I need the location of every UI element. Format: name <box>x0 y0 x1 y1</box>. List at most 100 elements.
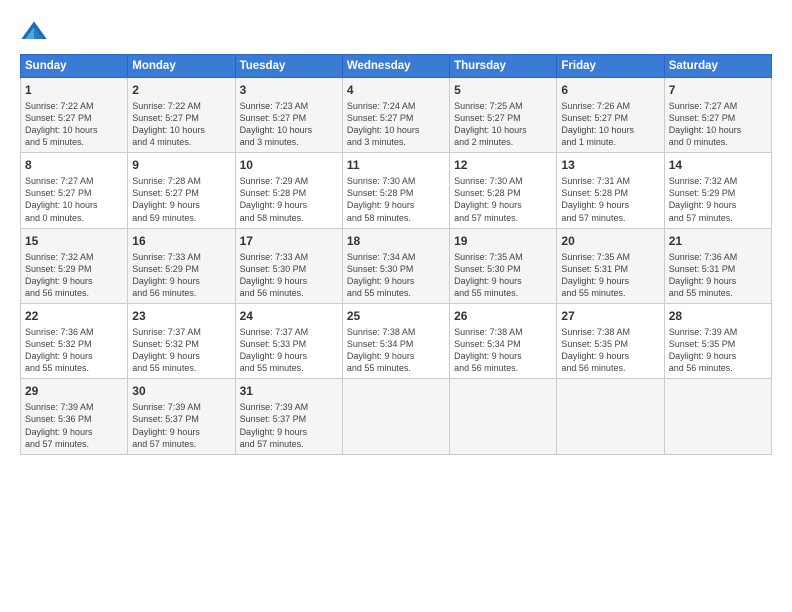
day-info: Sunrise: 7:24 AM Sunset: 5:27 PM Dayligh… <box>347 100 445 149</box>
day-cell: 31Sunrise: 7:39 AM Sunset: 5:37 PM Dayli… <box>235 379 342 454</box>
day-cell: 9Sunrise: 7:28 AM Sunset: 5:27 PM Daylig… <box>128 153 235 228</box>
week-row-4: 22Sunrise: 7:36 AM Sunset: 5:32 PM Dayli… <box>21 304 772 379</box>
week-row-5: 29Sunrise: 7:39 AM Sunset: 5:36 PM Dayli… <box>21 379 772 454</box>
day-cell: 10Sunrise: 7:29 AM Sunset: 5:28 PM Dayli… <box>235 153 342 228</box>
day-cell: 18Sunrise: 7:34 AM Sunset: 5:30 PM Dayli… <box>342 228 449 303</box>
day-cell: 24Sunrise: 7:37 AM Sunset: 5:33 PM Dayli… <box>235 304 342 379</box>
day-info: Sunrise: 7:38 AM Sunset: 5:34 PM Dayligh… <box>347 326 445 375</box>
day-info: Sunrise: 7:35 AM Sunset: 5:31 PM Dayligh… <box>561 251 659 300</box>
day-number: 17 <box>240 233 338 250</box>
day-number: 13 <box>561 157 659 174</box>
day-info: Sunrise: 7:32 AM Sunset: 5:29 PM Dayligh… <box>669 175 767 224</box>
day-cell <box>342 379 449 454</box>
day-number: 30 <box>132 383 230 400</box>
day-info: Sunrise: 7:30 AM Sunset: 5:28 PM Dayligh… <box>454 175 552 224</box>
day-info: Sunrise: 7:37 AM Sunset: 5:32 PM Dayligh… <box>132 326 230 375</box>
col-header-friday: Friday <box>557 55 664 78</box>
day-cell: 29Sunrise: 7:39 AM Sunset: 5:36 PM Dayli… <box>21 379 128 454</box>
day-cell: 28Sunrise: 7:39 AM Sunset: 5:35 PM Dayli… <box>664 304 771 379</box>
day-info: Sunrise: 7:33 AM Sunset: 5:29 PM Dayligh… <box>132 251 230 300</box>
day-info: Sunrise: 7:39 AM Sunset: 5:37 PM Dayligh… <box>132 401 230 450</box>
day-cell: 19Sunrise: 7:35 AM Sunset: 5:30 PM Dayli… <box>450 228 557 303</box>
col-header-thursday: Thursday <box>450 55 557 78</box>
day-info: Sunrise: 7:38 AM Sunset: 5:34 PM Dayligh… <box>454 326 552 375</box>
day-number: 9 <box>132 157 230 174</box>
day-cell: 20Sunrise: 7:35 AM Sunset: 5:31 PM Dayli… <box>557 228 664 303</box>
day-number: 10 <box>240 157 338 174</box>
day-cell <box>450 379 557 454</box>
day-cell: 21Sunrise: 7:36 AM Sunset: 5:31 PM Dayli… <box>664 228 771 303</box>
day-cell: 16Sunrise: 7:33 AM Sunset: 5:29 PM Dayli… <box>128 228 235 303</box>
day-info: Sunrise: 7:38 AM Sunset: 5:35 PM Dayligh… <box>561 326 659 375</box>
col-header-tuesday: Tuesday <box>235 55 342 78</box>
day-cell: 22Sunrise: 7:36 AM Sunset: 5:32 PM Dayli… <box>21 304 128 379</box>
day-cell: 23Sunrise: 7:37 AM Sunset: 5:32 PM Dayli… <box>128 304 235 379</box>
week-row-3: 15Sunrise: 7:32 AM Sunset: 5:29 PM Dayli… <box>21 228 772 303</box>
day-info: Sunrise: 7:39 AM Sunset: 5:36 PM Dayligh… <box>25 401 123 450</box>
col-header-saturday: Saturday <box>664 55 771 78</box>
day-number: 1 <box>25 82 123 99</box>
day-info: Sunrise: 7:35 AM Sunset: 5:30 PM Dayligh… <box>454 251 552 300</box>
day-number: 15 <box>25 233 123 250</box>
day-cell: 1Sunrise: 7:22 AM Sunset: 5:27 PM Daylig… <box>21 78 128 153</box>
day-number: 28 <box>669 308 767 325</box>
week-row-2: 8Sunrise: 7:27 AM Sunset: 5:27 PM Daylig… <box>21 153 772 228</box>
header <box>20 18 772 46</box>
page: SundayMondayTuesdayWednesdayThursdayFrid… <box>0 0 792 465</box>
logo <box>20 18 52 46</box>
day-number: 29 <box>25 383 123 400</box>
day-cell: 11Sunrise: 7:30 AM Sunset: 5:28 PM Dayli… <box>342 153 449 228</box>
day-number: 26 <box>454 308 552 325</box>
day-number: 27 <box>561 308 659 325</box>
day-number: 12 <box>454 157 552 174</box>
col-header-wednesday: Wednesday <box>342 55 449 78</box>
day-cell: 6Sunrise: 7:26 AM Sunset: 5:27 PM Daylig… <box>557 78 664 153</box>
day-info: Sunrise: 7:28 AM Sunset: 5:27 PM Dayligh… <box>132 175 230 224</box>
day-info: Sunrise: 7:27 AM Sunset: 5:27 PM Dayligh… <box>25 175 123 224</box>
day-cell: 5Sunrise: 7:25 AM Sunset: 5:27 PM Daylig… <box>450 78 557 153</box>
day-info: Sunrise: 7:27 AM Sunset: 5:27 PM Dayligh… <box>669 100 767 149</box>
day-cell: 14Sunrise: 7:32 AM Sunset: 5:29 PM Dayli… <box>664 153 771 228</box>
day-number: 25 <box>347 308 445 325</box>
day-info: Sunrise: 7:22 AM Sunset: 5:27 PM Dayligh… <box>132 100 230 149</box>
day-number: 7 <box>669 82 767 99</box>
day-info: Sunrise: 7:36 AM Sunset: 5:31 PM Dayligh… <box>669 251 767 300</box>
day-number: 24 <box>240 308 338 325</box>
day-number: 16 <box>132 233 230 250</box>
day-number: 21 <box>669 233 767 250</box>
day-cell <box>557 379 664 454</box>
day-info: Sunrise: 7:22 AM Sunset: 5:27 PM Dayligh… <box>25 100 123 149</box>
day-number: 6 <box>561 82 659 99</box>
day-cell: 8Sunrise: 7:27 AM Sunset: 5:27 PM Daylig… <box>21 153 128 228</box>
day-number: 18 <box>347 233 445 250</box>
day-cell: 13Sunrise: 7:31 AM Sunset: 5:28 PM Dayli… <box>557 153 664 228</box>
day-cell <box>664 379 771 454</box>
day-cell: 27Sunrise: 7:38 AM Sunset: 5:35 PM Dayli… <box>557 304 664 379</box>
day-number: 23 <box>132 308 230 325</box>
day-info: Sunrise: 7:26 AM Sunset: 5:27 PM Dayligh… <box>561 100 659 149</box>
day-info: Sunrise: 7:37 AM Sunset: 5:33 PM Dayligh… <box>240 326 338 375</box>
day-cell: 30Sunrise: 7:39 AM Sunset: 5:37 PM Dayli… <box>128 379 235 454</box>
day-cell: 25Sunrise: 7:38 AM Sunset: 5:34 PM Dayli… <box>342 304 449 379</box>
day-info: Sunrise: 7:29 AM Sunset: 5:28 PM Dayligh… <box>240 175 338 224</box>
day-cell: 15Sunrise: 7:32 AM Sunset: 5:29 PM Dayli… <box>21 228 128 303</box>
day-cell: 17Sunrise: 7:33 AM Sunset: 5:30 PM Dayli… <box>235 228 342 303</box>
day-info: Sunrise: 7:31 AM Sunset: 5:28 PM Dayligh… <box>561 175 659 224</box>
day-number: 4 <box>347 82 445 99</box>
day-cell: 26Sunrise: 7:38 AM Sunset: 5:34 PM Dayli… <box>450 304 557 379</box>
day-info: Sunrise: 7:33 AM Sunset: 5:30 PM Dayligh… <box>240 251 338 300</box>
day-info: Sunrise: 7:30 AM Sunset: 5:28 PM Dayligh… <box>347 175 445 224</box>
day-info: Sunrise: 7:34 AM Sunset: 5:30 PM Dayligh… <box>347 251 445 300</box>
day-number: 8 <box>25 157 123 174</box>
day-number: 31 <box>240 383 338 400</box>
day-number: 22 <box>25 308 123 325</box>
day-cell: 7Sunrise: 7:27 AM Sunset: 5:27 PM Daylig… <box>664 78 771 153</box>
day-info: Sunrise: 7:36 AM Sunset: 5:32 PM Dayligh… <box>25 326 123 375</box>
logo-icon <box>20 18 48 46</box>
day-number: 11 <box>347 157 445 174</box>
week-row-1: 1Sunrise: 7:22 AM Sunset: 5:27 PM Daylig… <box>21 78 772 153</box>
day-info: Sunrise: 7:23 AM Sunset: 5:27 PM Dayligh… <box>240 100 338 149</box>
day-number: 5 <box>454 82 552 99</box>
calendar-table: SundayMondayTuesdayWednesdayThursdayFrid… <box>20 54 772 455</box>
day-info: Sunrise: 7:39 AM Sunset: 5:37 PM Dayligh… <box>240 401 338 450</box>
